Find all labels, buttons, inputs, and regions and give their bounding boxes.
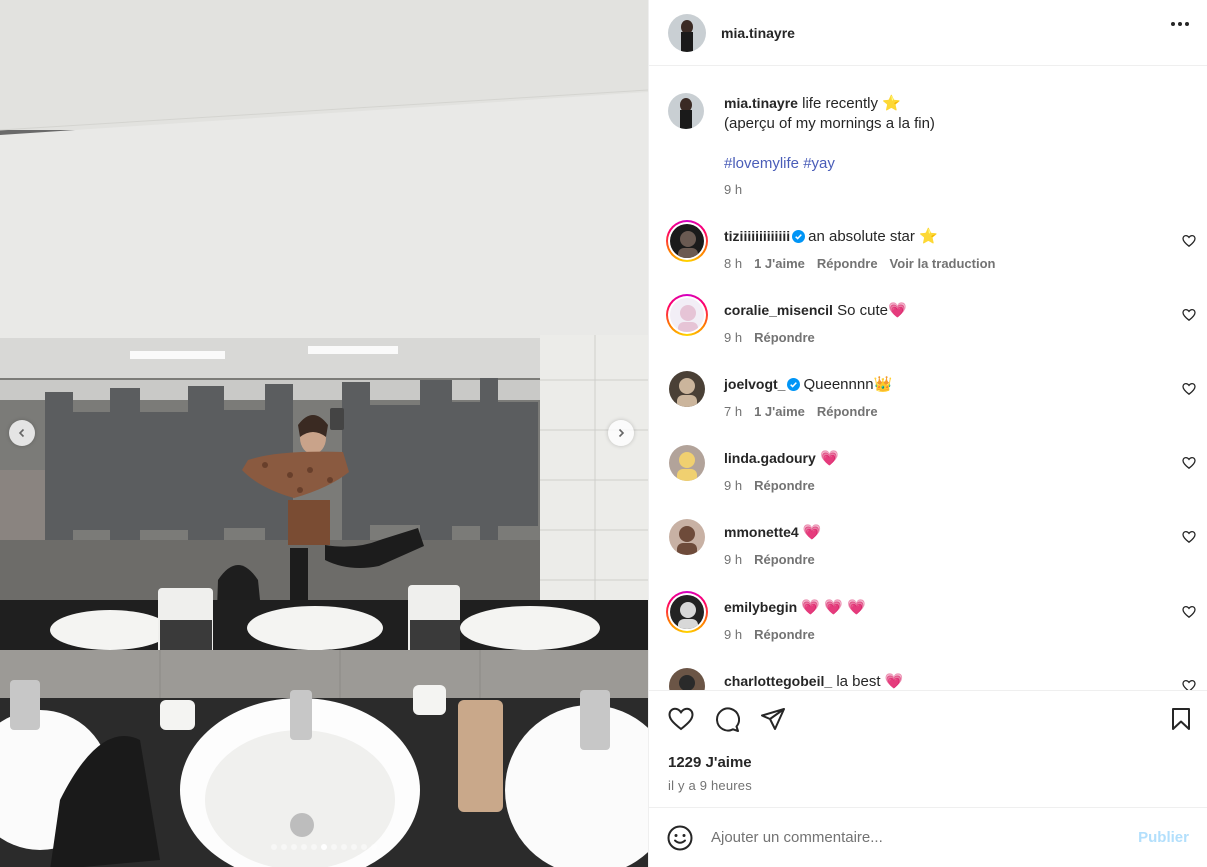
caption-username[interactable]: mia.tinayre [724,95,798,111]
reply-button[interactable]: Répondre [817,402,878,422]
like-count[interactable]: 1229 J'aime [668,754,752,771]
carousel-dot [321,844,327,850]
carousel-dot [331,844,337,850]
publish-button[interactable]: Publier [1138,829,1189,846]
post-timestamp[interactable]: il y a 9 heures [668,778,752,793]
story-ring[interactable] [666,294,708,336]
comment-likes[interactable]: 1 J'aime [754,402,805,422]
commenter-avatar[interactable] [669,519,705,555]
comments-list[interactable]: mia.tinayre life recently ⭐ (aperçu of m… [649,67,1207,690]
post-photo [0,0,648,867]
comment-time[interactable]: 9 h [724,550,742,570]
verified-badge-icon [787,378,801,391]
translate-button[interactable]: Voir la traduction [890,254,996,274]
commenter-username[interactable]: coralie_misencil [724,302,833,318]
reply-button[interactable]: Répondre [817,254,878,274]
post-media[interactable] [0,0,648,867]
carousel-dot [311,844,317,850]
comment-composer: Publier [649,807,1207,867]
reply-button[interactable]: Répondre [754,550,815,570]
post-sidebar: mia.tinayre mia.tinayre life recently ⭐ … [648,0,1207,867]
post-header: mia.tinayre [649,0,1207,66]
commenter-avatar[interactable] [670,298,704,332]
post-actions: 1229 J'aime il y a 9 heures [649,690,1207,807]
previous-slide-button[interactable] [9,420,35,446]
reply-button[interactable]: Répondre [754,476,815,496]
commenter-username[interactable]: mmonette4 [724,524,799,540]
reply-button[interactable]: Répondre [754,328,815,348]
author-avatar[interactable] [668,93,704,129]
comment-heart-icon[interactable] [1182,605,1196,619]
commenter-username[interactable]: linda.gadoury [724,450,816,466]
commenter-avatar[interactable] [669,668,705,690]
next-slide-button[interactable] [608,420,634,446]
emoji-icon[interactable] [667,825,693,851]
comment-text: an absolute star ⭐ [808,228,938,245]
comment-heart-icon[interactable] [1182,456,1196,470]
save-button[interactable] [1170,707,1192,731]
comment-text: la best 💗 [836,673,904,690]
comment-time[interactable]: 9 h [724,328,742,348]
more-icon [1171,22,1175,26]
story-ring[interactable] [666,220,708,262]
commenter-avatar[interactable] [670,224,704,258]
share-icon[interactable] [760,707,786,731]
commenter-avatar[interactable] [669,371,705,407]
bookmark-icon [1172,708,1190,730]
comment-heart-icon[interactable] [1182,234,1196,248]
commenter-username[interactable]: charlottegobeil_ [724,673,832,689]
comment-heart-icon[interactable] [1182,308,1196,322]
comment-text: Queennnn👑 [803,376,893,393]
carousel-dot [351,844,357,850]
author-avatar[interactable] [668,13,706,52]
verified-badge-icon [792,230,806,243]
comment-time[interactable]: 7 h [724,402,742,422]
commenter-username[interactable]: joelvogt_ [724,376,785,392]
comment-text: 💗 💗 💗 [801,599,866,616]
chevron-right-icon [618,428,625,438]
chevron-left-icon [18,428,25,438]
comment-input[interactable] [711,829,1111,846]
comment-time[interactable]: 8 h [724,254,742,274]
comment-text: So cute💗 [837,302,907,319]
more-options-button[interactable] [1171,22,1189,26]
carousel-dot [341,844,347,850]
hashtags[interactable]: #lovemylife #yay [724,154,1184,174]
comment-time[interactable]: 9 h [724,476,742,496]
comment-icon[interactable] [714,707,740,733]
caption-time[interactable]: 9 h [724,180,742,200]
commenter-username[interactable]: tiziiiiiiiiiiiii [724,228,790,244]
carousel-dot [361,844,367,850]
caption-text: life recently [802,95,878,112]
comment-heart-icon[interactable] [1182,530,1196,544]
caption-text-line2: (aperçu of my mornings a la fin) [724,115,935,132]
heart-icon[interactable] [668,707,694,731]
author-username[interactable]: mia.tinayre [721,25,795,41]
comment-text: 💗 [819,450,839,467]
commenter-avatar[interactable] [669,445,705,481]
comment-text: 💗 [802,524,822,541]
commenter-username[interactable]: emilybegin [724,599,797,615]
comment-time[interactable]: 9 h [724,625,742,645]
comment-heart-icon[interactable] [1182,679,1196,690]
carousel-dot [281,844,287,850]
reply-button[interactable]: Répondre [754,625,815,645]
carousel-dot [301,844,307,850]
commenter-avatar[interactable] [670,595,704,629]
comment-heart-icon[interactable] [1182,382,1196,396]
story-ring[interactable] [666,591,708,633]
carousel-dot [271,844,277,850]
carousel-indicator [0,844,648,850]
carousel-dot [371,844,377,850]
comment-likes[interactable]: 1 J'aime [754,254,805,274]
caption-emoji: ⭐ [882,95,901,112]
carousel-dot [291,844,297,850]
